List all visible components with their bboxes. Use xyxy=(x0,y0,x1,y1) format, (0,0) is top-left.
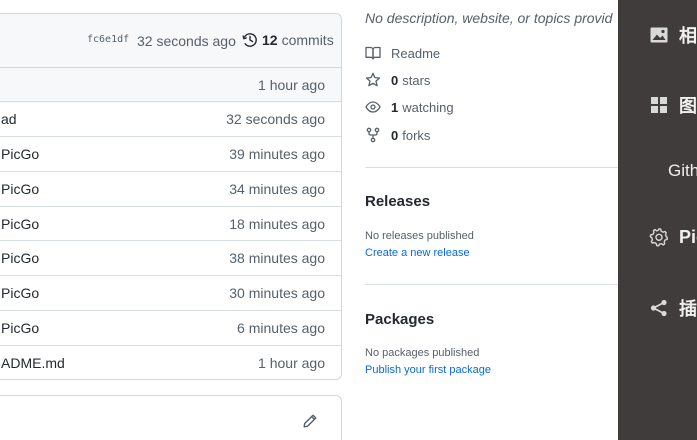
menu-item-github[interactable]: Gith xyxy=(618,153,697,189)
readme-panel xyxy=(0,395,342,440)
file-time: 18 minutes ago xyxy=(229,216,325,232)
pencil-icon[interactable] xyxy=(302,413,318,429)
releases-status: No releases published xyxy=(365,230,474,242)
file-row[interactable]: PicGo 18 minutes ago xyxy=(0,206,341,241)
readme-link[interactable]: Readme xyxy=(365,45,440,61)
menu-item-label: Pic xyxy=(679,226,697,247)
stars-label: stars xyxy=(402,72,431,88)
file-row[interactable]: ADME.md 1 hour ago xyxy=(0,345,341,379)
file-time: 1 hour ago xyxy=(258,355,325,371)
file-name[interactable]: PicGo xyxy=(1,285,39,301)
file-browser: fc6e1df 32 seconds ago 12 commits 1 hour… xyxy=(0,13,342,380)
menu-item-label: Gith xyxy=(668,161,697,180)
menu-item-label: 图 xyxy=(679,96,697,116)
forks-link[interactable]: 0 forks xyxy=(365,127,430,143)
book-icon xyxy=(365,46,381,60)
watching-label: watching xyxy=(402,99,454,115)
forks-label: forks xyxy=(402,127,431,143)
latest-commit-bar: fc6e1df 32 seconds ago 12 commits xyxy=(0,14,341,68)
gear-icon xyxy=(649,228,668,247)
repo-description: No description, website, or topics provi… xyxy=(365,10,613,26)
file-name[interactable]: PicGo xyxy=(1,320,39,336)
file-name[interactable]: PicGo xyxy=(1,250,39,266)
menu-item-picgo-settings[interactable]: Pic xyxy=(618,219,697,255)
eye-icon xyxy=(365,101,381,113)
commits-label: commits xyxy=(281,32,334,48)
releases-title[interactable]: Releases xyxy=(365,193,430,210)
file-row[interactable]: ad 32 seconds ago xyxy=(0,101,341,136)
commit-sha[interactable]: fc6e1df xyxy=(87,34,129,45)
fork-icon xyxy=(366,127,380,143)
history-icon xyxy=(242,33,257,47)
publish-package-link[interactable]: Publish your first package xyxy=(365,364,491,376)
stars-link[interactable]: 0 stars xyxy=(365,72,430,88)
commit-time[interactable]: 32 seconds ago xyxy=(137,33,236,49)
file-name[interactable]: ADME.md xyxy=(1,355,65,371)
file-name[interactable]: PicGo xyxy=(1,216,39,232)
packages-title[interactable]: Packages xyxy=(365,311,434,328)
file-time: 32 seconds ago xyxy=(226,111,325,127)
readme-label: Readme xyxy=(391,45,441,61)
watching-link[interactable]: 1 watching xyxy=(365,99,454,115)
menu-item-album[interactable]: 相 xyxy=(618,17,697,53)
menu-item-label: 相 xyxy=(679,26,697,46)
file-time: 39 minutes ago xyxy=(229,146,325,162)
packages-status: No packages published xyxy=(365,347,480,359)
file-row[interactable]: PicGo 38 minutes ago xyxy=(0,240,341,275)
file-row[interactable]: 1 hour ago xyxy=(0,68,341,103)
menu-item-upload[interactable]: 图 xyxy=(618,87,697,123)
watching-count: 1 xyxy=(391,99,399,115)
file-time: 34 minutes ago xyxy=(229,181,325,197)
file-name[interactable]: ad xyxy=(1,111,17,127)
grid-icon xyxy=(651,97,667,113)
create-release-link[interactable]: Create a new release xyxy=(365,247,470,259)
share-icon xyxy=(650,299,667,317)
divider xyxy=(365,284,625,285)
menu-item-label: 插 xyxy=(679,299,697,319)
overlay-menu: 相 图 Gith Pic 插 xyxy=(618,0,697,440)
file-name[interactable]: PicGo xyxy=(1,146,39,162)
commits-count: 12 xyxy=(262,32,278,48)
file-time: 38 minutes ago xyxy=(229,250,325,266)
file-row[interactable]: PicGo 6 minutes ago xyxy=(0,310,341,345)
commits-link[interactable]: 12 commits xyxy=(242,32,334,48)
stars-count: 0 xyxy=(391,72,399,88)
file-time: 1 hour ago xyxy=(258,77,325,93)
image-icon xyxy=(650,27,668,43)
file-row[interactable]: PicGo 30 minutes ago xyxy=(0,275,341,310)
menu-item-plugins[interactable]: 插 xyxy=(618,290,697,326)
file-row[interactable]: PicGo 34 minutes ago xyxy=(0,171,341,206)
file-name[interactable]: PicGo xyxy=(1,181,39,197)
divider xyxy=(365,167,625,168)
file-time: 30 minutes ago xyxy=(229,285,325,301)
forks-count: 0 xyxy=(391,127,399,143)
file-time: 6 minutes ago xyxy=(237,320,325,336)
file-row[interactable]: PicGo 39 minutes ago xyxy=(0,136,341,171)
star-icon xyxy=(365,72,381,87)
